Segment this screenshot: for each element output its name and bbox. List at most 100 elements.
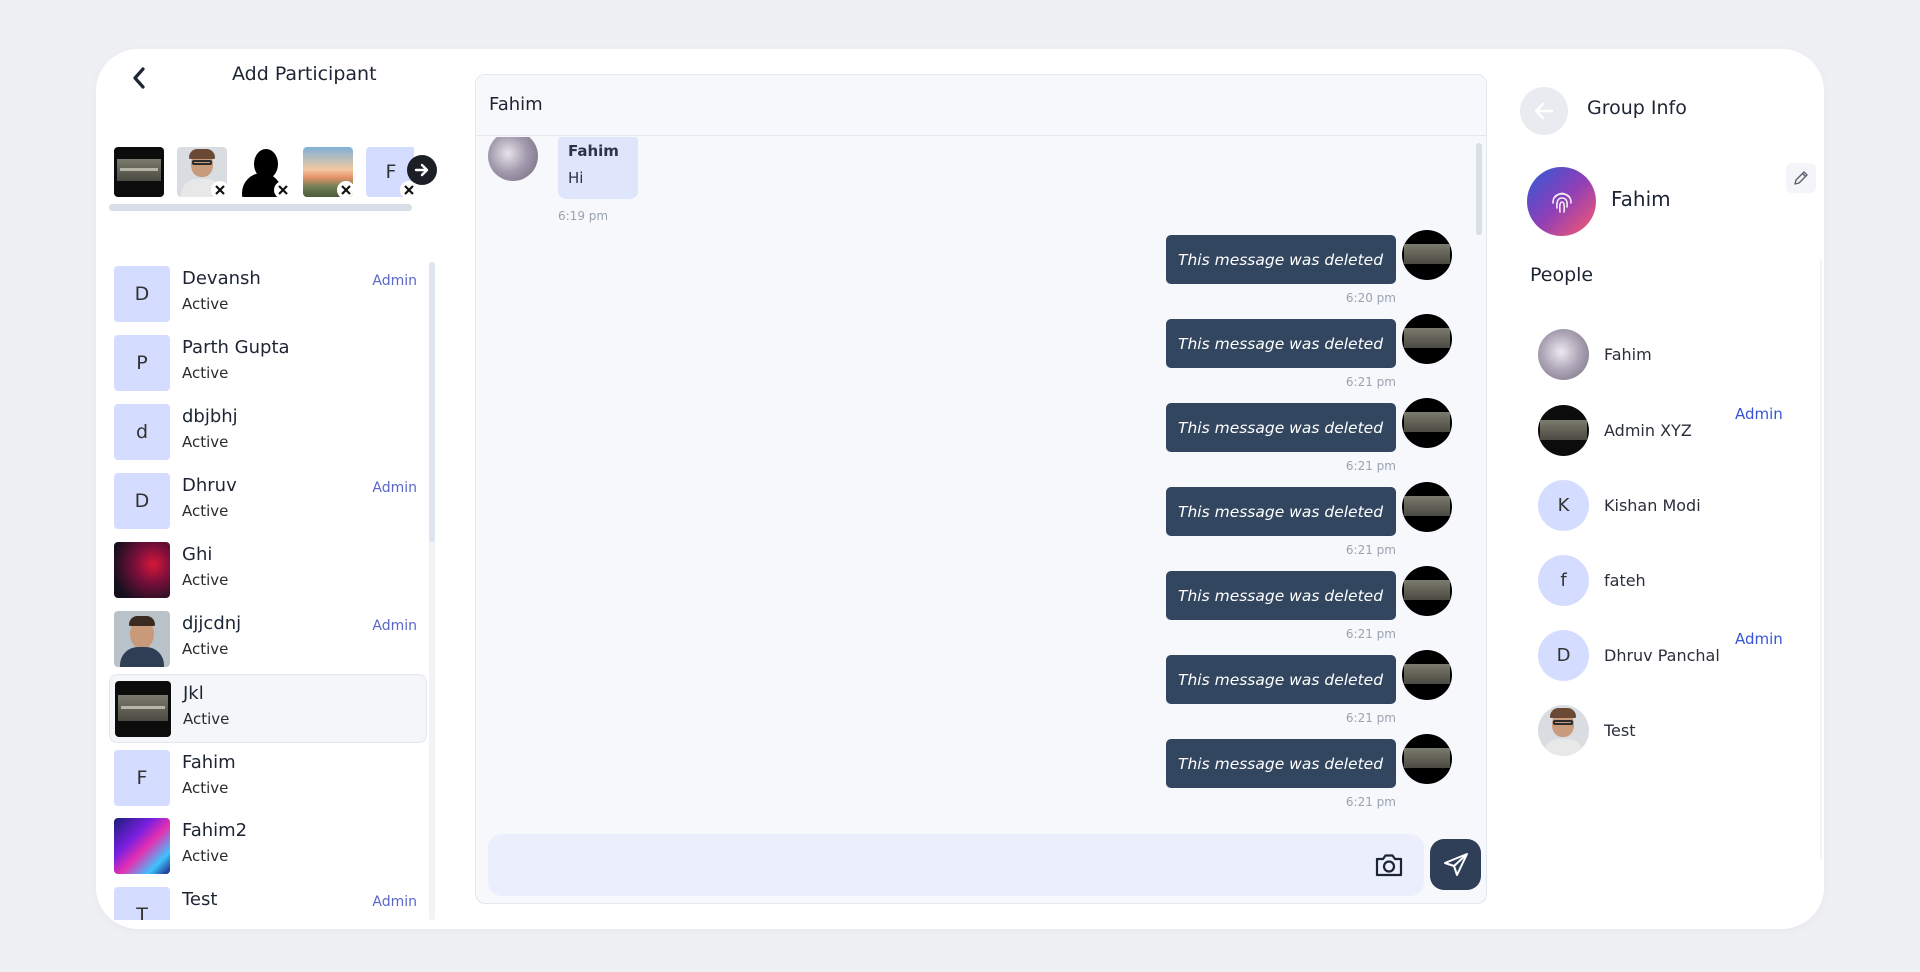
selected-participant[interactable]: [114, 147, 164, 197]
avatar-initial: F: [136, 767, 148, 789]
avatar: P: [114, 335, 170, 391]
arrow-left-icon: [1534, 102, 1554, 120]
list-item[interactable]: P Parth Gupta Active: [109, 329, 427, 398]
selected-participant[interactable]: [240, 147, 290, 197]
outgoing-message[interactable]: This message was deleted 6:21 pm: [1086, 650, 1486, 739]
list-item[interactable]: Jkl Active: [109, 674, 427, 743]
avatar: d: [114, 404, 170, 460]
member-name: fateh: [1604, 571, 1646, 590]
selected-participant[interactable]: [303, 147, 353, 197]
participant-status: Active: [182, 779, 229, 797]
participant-status: Active: [182, 502, 229, 520]
list-scrollbar-thumb[interactable]: [429, 262, 435, 542]
group-avatar: [1527, 167, 1596, 236]
message-bubble: This message was deleted: [1166, 571, 1396, 620]
avatar: [1402, 566, 1452, 616]
list-item[interactable]: F Fahim Active: [109, 744, 427, 813]
outgoing-message[interactable]: This message was deleted 6:21 pm: [1086, 314, 1486, 403]
message-bubble: This message was deleted: [1166, 319, 1396, 368]
avatar: T: [114, 887, 170, 920]
member-item[interactable]: Test: [1536, 705, 1796, 757]
edit-group-button[interactable]: [1786, 163, 1816, 193]
admin-badge: Admin: [372, 618, 417, 634]
outgoing-message[interactable]: This message was deleted 6:21 pm: [1086, 398, 1486, 487]
member-item[interactable]: D Dhruv Panchal Admin: [1536, 630, 1796, 682]
chat-scrollbar[interactable]: [1476, 143, 1482, 235]
list-item[interactable]: Fahim2 Active: [109, 812, 427, 881]
scrollbar-thumb[interactable]: [109, 204, 412, 211]
participant-name: Parth Gupta: [182, 337, 290, 358]
outgoing-message[interactable]: This message was deleted 6:21 pm: [1086, 566, 1486, 655]
horizontal-scrollbar[interactable]: [109, 204, 412, 211]
pencil-icon: [1794, 171, 1808, 185]
avatar: K: [1538, 480, 1589, 531]
participant-status: Active: [182, 295, 229, 313]
member-name: Test: [1604, 721, 1636, 740]
member-name: Kishan Modi: [1604, 496, 1701, 515]
participant-name: Dhruv: [182, 475, 237, 496]
admin-badge: Admin: [1735, 630, 1783, 648]
back-button[interactable]: [126, 65, 152, 91]
send-button[interactable]: [1430, 839, 1481, 890]
message-time: 6:19 pm: [558, 209, 609, 223]
remove-participant-button[interactable]: [274, 181, 290, 197]
back-button[interactable]: [1520, 87, 1568, 135]
selected-participant[interactable]: [177, 147, 227, 197]
avatar: [1538, 329, 1589, 380]
arrow-right-icon: [414, 163, 429, 177]
sender-avatar: [488, 137, 538, 181]
member-item[interactable]: K Kishan Modi: [1536, 480, 1796, 532]
chat-title: Fahim: [489, 94, 543, 115]
avatar-initial: K: [1557, 495, 1570, 516]
avatar-initial: P: [136, 352, 148, 374]
avatar: [1402, 314, 1452, 364]
participant-name: Fahim2: [182, 820, 248, 841]
list-item[interactable]: d dbjbhj Active: [109, 398, 427, 467]
list-item[interactable]: djjcdnj Active Admin: [109, 605, 427, 674]
member-name: Admin XYZ: [1604, 421, 1692, 440]
avatar-initial: f: [1560, 570, 1567, 591]
scroll-next-button[interactable]: [407, 155, 437, 185]
member-item[interactable]: Fahim: [1536, 329, 1796, 381]
list-item[interactable]: D Devansh Active Admin: [109, 260, 427, 329]
outgoing-message[interactable]: This message was deleted 6:21 pm: [1086, 482, 1486, 571]
avatar: [114, 542, 170, 598]
participant-status: Active: [182, 433, 229, 451]
list-item[interactable]: D Dhruv Active Admin: [109, 467, 427, 536]
participant-status: Active: [182, 847, 229, 865]
avatar: [1538, 405, 1589, 456]
avatar: [1402, 482, 1452, 532]
camera-button[interactable]: [1372, 848, 1406, 882]
selected-participants-strip: F: [114, 147, 414, 203]
send-icon: [1443, 852, 1468, 876]
list-item[interactable]: Ghi Active: [109, 536, 427, 605]
outgoing-message[interactable]: This message was deleted 6:20 pm: [1086, 230, 1486, 319]
app-card: Add Participant F D Devansh Active Admin…: [96, 49, 1824, 929]
list-item[interactable]: T Test Admin: [109, 881, 427, 920]
participant-name: Ghi: [182, 544, 213, 565]
participant-status: Active: [182, 640, 229, 658]
remove-participant-button[interactable]: [400, 181, 414, 197]
member-name: Fahim: [1604, 345, 1652, 364]
close-icon: [404, 185, 414, 195]
participant-status: Active: [183, 710, 230, 728]
message-input[interactable]: [488, 834, 1424, 896]
member-item[interactable]: f fateh: [1536, 555, 1796, 607]
avatar: [1402, 734, 1452, 784]
message-time: 6:21 pm: [1345, 375, 1396, 389]
participant-name: Jkl: [183, 683, 204, 704]
member-item[interactable]: Admin XYZ Admin: [1536, 405, 1796, 457]
incoming-message[interactable]: Fahim Hi: [558, 137, 638, 199]
remove-participant-button[interactable]: [211, 181, 227, 197]
participant-list: D Devansh Active Admin P Parth Gupta Act…: [109, 260, 427, 920]
participant-status: Active: [182, 571, 229, 589]
avatar-initial: d: [135, 421, 149, 443]
avatar: D: [114, 266, 170, 322]
remove-participant-button[interactable]: [337, 181, 353, 197]
admin-badge: Admin: [372, 894, 417, 910]
outgoing-message[interactable]: This message was deleted 6:21 pm: [1086, 734, 1486, 817]
fingerprint-icon: [1551, 192, 1572, 213]
camera-icon: [1375, 854, 1403, 877]
message-time: 6:21 pm: [1345, 711, 1396, 725]
avatar-initial: F: [385, 161, 397, 183]
